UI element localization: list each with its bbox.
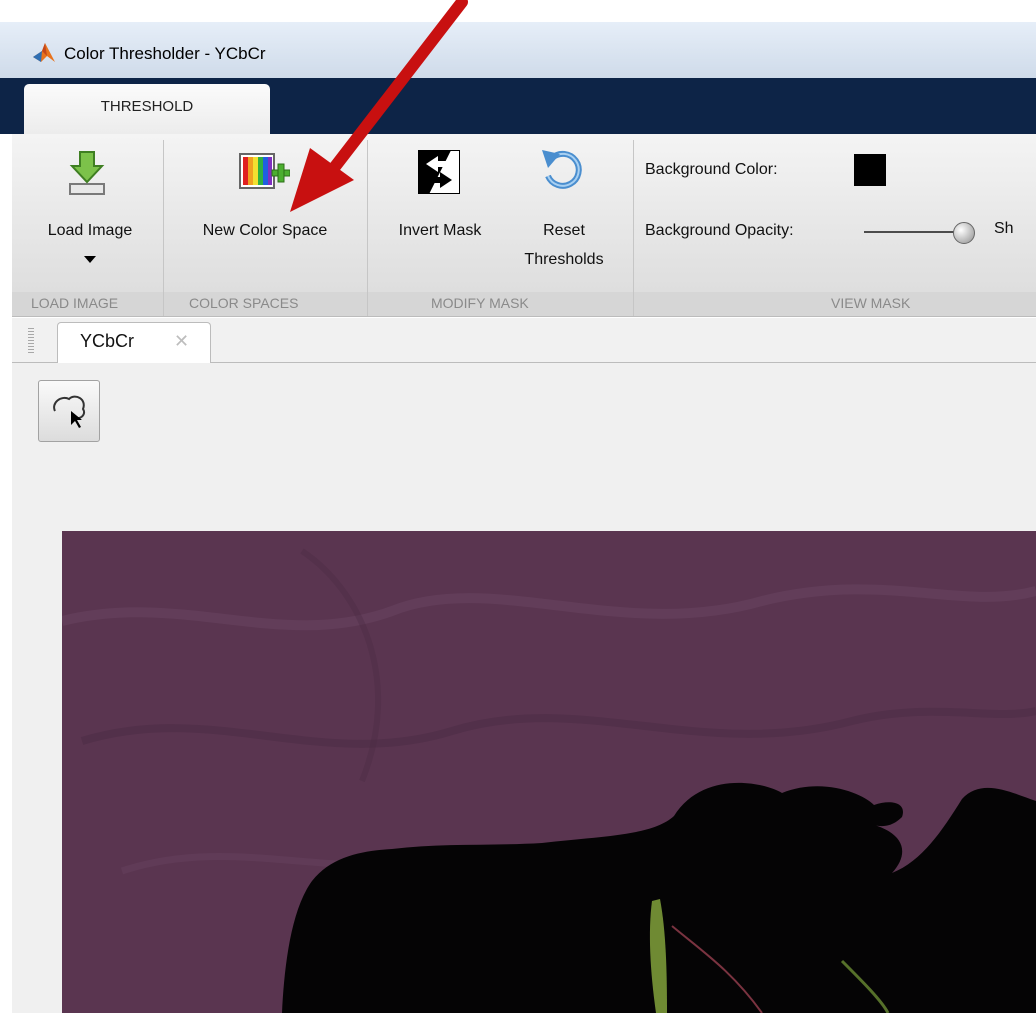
reset-thresholds-label-line1: Reset — [543, 222, 585, 239]
annotation-arrow — [290, 0, 468, 212]
background-opacity-label: Background Opacity: — [645, 222, 794, 239]
close-icon[interactable]: ✕ — [174, 331, 189, 352]
drag-grip-icon[interactable] — [28, 328, 34, 354]
new-color-space-label: New Color Space — [202, 222, 328, 239]
chevron-down-icon — [84, 256, 96, 263]
annotation-arrow-shaft — [328, 0, 468, 174]
group-label-view-mask: VIEW MASK — [831, 295, 911, 311]
invert-mask-label: Invert Mask — [398, 222, 482, 239]
group-label-modify-mask: MODIFY MASK — [431, 295, 529, 311]
load-image-label: Load Image — [47, 222, 133, 239]
background-opacity-slider[interactable] — [864, 231, 964, 233]
document-tab-label: YCbCr — [80, 331, 135, 351]
show-binary-truncated-label[interactable]: Sh — [994, 220, 1014, 238]
freehand-roi-icon — [53, 395, 85, 428]
group-label-color-spaces: COLOR SPACES — [189, 295, 299, 311]
slider-thumb[interactable] — [953, 222, 975, 244]
reset-thresholds-label-line2: Thresholds — [524, 251, 604, 268]
screenshot: Color Thresholder - YCbCr THRESHOLD Load… — [0, 0, 1036, 1013]
group-label-load-image: LOAD IMAGE — [31, 295, 119, 311]
draw-freehand-roi-button[interactable] — [38, 380, 100, 442]
thresholded-image — [62, 531, 1036, 1013]
